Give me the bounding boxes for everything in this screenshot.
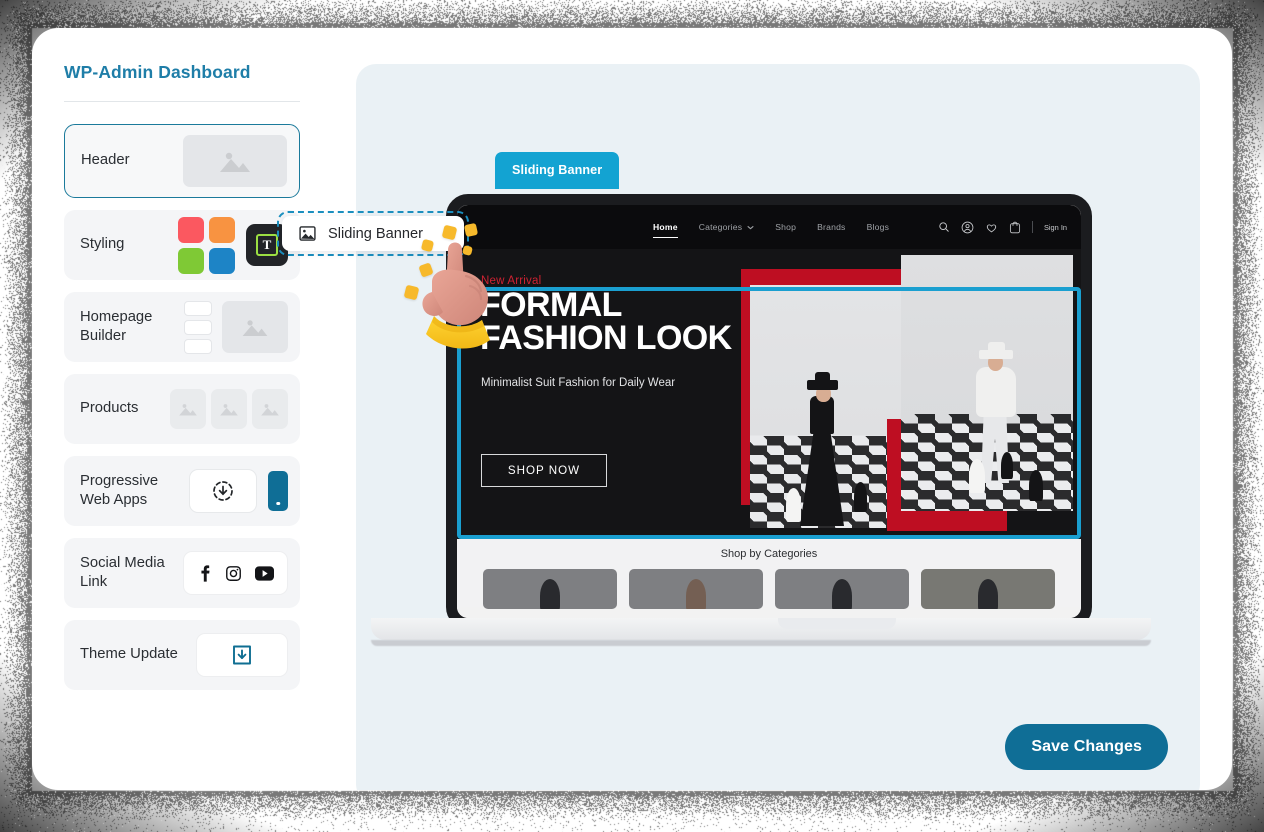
category-cards-row [483,569,1055,609]
sidebar-item-label: Products [80,399,138,418]
facebook-icon [197,565,212,582]
swatch-blue [209,248,235,274]
sidebar: WP-Admin Dashboard Header Styling T Home… [32,28,324,790]
layout-blocks-icon [184,301,288,354]
swatch-red [178,217,204,243]
chess-piece-black [1029,470,1043,501]
chess-piece-white [969,459,985,493]
hero-photo-left [750,285,902,528]
sidebar-nav: Header Styling T Homepage Builder Produc… [64,124,324,690]
laptop-mockup: Home Categories Shop Brands Blogs Sign I… [446,194,1200,694]
laptop-base [371,618,1151,640]
title-divider [64,101,300,102]
youtube-icon [255,566,274,581]
shop-by-categories-section: Shop by Categories [457,539,1081,607]
shop-by-categories-title: Shop by Categories [457,548,1081,560]
laptop-screen: Home Categories Shop Brands Blogs Sign I… [457,205,1081,618]
site-header: Home Categories Shop Brands Blogs Sign I… [457,205,1081,249]
site-header-actions: Sign In [938,205,1067,249]
layout-bar [184,339,212,354]
color-swatches-icon: T [178,217,288,274]
product-thumbnails-icon [170,389,288,429]
site-nav-home[interactable]: Home [653,222,678,232]
install-download-icon [189,469,257,513]
bag-icon[interactable] [1009,221,1021,234]
category-card[interactable] [629,569,763,609]
sidebar-item-label: Theme Update [80,645,178,664]
social-icons [183,551,288,595]
sign-in-link[interactable]: Sign In [1044,223,1067,232]
layout-bar [184,301,212,316]
laptop-trackpad-notch [778,618,896,629]
save-changes-button[interactable]: Save Changes [1005,724,1168,770]
instagram-icon [225,565,242,582]
site-nav-brands[interactable]: Brands [817,222,845,232]
site-nav-shop[interactable]: Shop [775,222,796,232]
sidebar-item-header[interactable]: Header [64,124,300,198]
download-box-icon [196,633,288,677]
chess-piece-white [786,488,801,522]
install-app-icon [189,469,288,513]
chevron-down-icon [747,225,754,230]
search-icon[interactable] [938,221,950,233]
sparkle [464,223,478,237]
hand-cursor-pointer [410,224,545,354]
chess-piece-black [854,482,867,512]
category-card[interactable] [921,569,1055,609]
sidebar-item-label: Homepage Builder [80,308,184,346]
image-placeholder-icon [298,224,317,243]
user-icon[interactable] [961,221,974,234]
category-card[interactable] [775,569,909,609]
site-nav-categories[interactable]: Categories [699,222,743,232]
hero-subtitle: Minimalist Suit Fashion for Daily Wear [481,375,681,392]
sidebar-item-label: Progressive Web Apps [80,472,188,510]
chess-piece-black [1001,452,1013,479]
sidebar-item-styling[interactable]: Styling T [64,210,300,280]
laptop-foot-shadow [371,640,1151,646]
site-nav: Home Categories Shop Brands Blogs [653,205,889,249]
drag-chip-label: Sliding Banner [328,226,423,242]
preview-panel: Sliding Banner Home Categories Shop Bran… [356,64,1200,790]
sidebar-item-progressive-web-apps[interactable]: Progressive Web Apps [64,456,300,526]
model-dark-outfit [796,376,848,526]
layout-bar [184,320,212,335]
mobile-phone-icon [268,471,288,511]
sidebar-item-homepage-builder[interactable]: Homepage Builder [64,292,300,362]
sidebar-item-label: Styling [80,235,124,254]
sidebar-item-label: Social Media Link [80,554,183,592]
heart-icon[interactable] [985,221,998,234]
sidebar-item-social-media-link[interactable]: Social Media Link [64,538,300,608]
category-card[interactable] [483,569,617,609]
swatch-green [178,248,204,274]
site-nav-blogs[interactable]: Blogs [867,222,890,232]
image-placeholder-icon [183,135,287,187]
sidebar-item-theme-update[interactable]: Theme Update [64,620,300,690]
sidebar-item-label: Header [81,151,130,170]
hero-photo-right [901,255,1073,511]
swatch-orange [209,217,235,243]
header-divider [1032,221,1033,233]
shop-now-button[interactable]: SHOP NOW [481,454,607,487]
page-title: WP-Admin Dashboard [64,62,324,83]
text-tool-glyph: T [256,234,278,256]
sliding-banner-hero[interactable]: New Arrival FORMAL FASHION LOOK Minimali… [457,249,1081,539]
sidebar-item-products[interactable]: Products [64,374,300,444]
dashboard-card: WP-Admin Dashboard Header Styling T Home… [32,28,1232,790]
sliding-banner-tab-badge[interactable]: Sliding Banner [495,152,619,189]
